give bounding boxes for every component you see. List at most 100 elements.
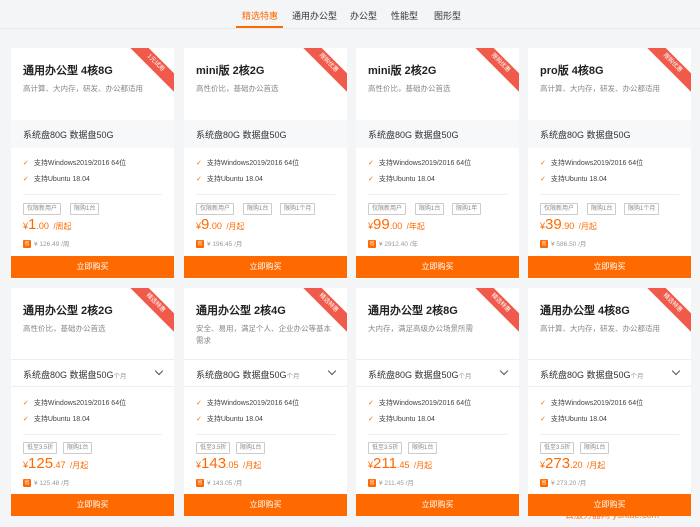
storage-dropdown[interactable]: 系统盘80G 数据盘50G个月 <box>184 359 347 387</box>
check-icon: ✓ <box>540 400 546 407</box>
feature-text: 支持Windows2019/2016 64位 <box>33 160 127 167</box>
tag: 仅限新用户 <box>23 203 62 215</box>
original-price-text: ¥ 126.49 /周 <box>34 241 70 248</box>
tabs-divider <box>0 28 700 29</box>
divider <box>368 434 507 435</box>
price-unit: /月起 <box>587 461 606 470</box>
buy-now-button[interactable]: 立即购买 <box>356 494 519 516</box>
divider <box>23 434 162 435</box>
price-decimal: .00 <box>389 221 403 231</box>
storage-text: 系统盘80G 数据盘50G <box>540 130 631 140</box>
storage-select[interactable]: 系统盘80G 数据盘50G个月 <box>528 359 691 387</box>
check-icon: ✓ <box>196 416 202 423</box>
card-description: 高性价比，基础办公首选 <box>23 324 106 333</box>
tab-performance[interactable]: 性能型 <box>391 9 418 22</box>
card-description: 高计算、大内存，研发、办公都适用 <box>540 84 660 93</box>
price-integer: 99 <box>373 216 390 233</box>
chevron-down-icon[interactable] <box>327 366 337 376</box>
storage-select[interactable]: 系统盘80G 数据盘50G个月 <box>184 359 347 387</box>
buy-now-button[interactable]: 立即购买 <box>184 256 347 278</box>
chevron-down-icon[interactable] <box>671 366 681 376</box>
check-icon: ✓ <box>368 400 374 407</box>
feature-ubuntu: ✓ 支持Ubuntu 18.04 <box>196 414 263 424</box>
check-icon: ✓ <box>540 416 546 423</box>
feature-text: 支持Windows2019/2016 64位 <box>378 160 472 167</box>
original-price: 省 ¥ 126.49 /周 <box>23 238 70 249</box>
feature-text: 支持Ubuntu 18.04 <box>378 176 435 183</box>
product-card: 限购优惠 pro版 4核8G 高计算、大内存，研发、办公都适用 系统盘80G 数… <box>528 48 691 279</box>
feature-ubuntu: ✓ 支持Ubuntu 18.04 <box>23 174 90 184</box>
discount-icon: 省 <box>196 479 204 488</box>
product-card: 限购优惠 mini版 2核2G 高性价比，基础办公首选 系统盘80G 数据盘50… <box>184 48 347 279</box>
price-integer: 211 <box>373 455 397 472</box>
buy-now-button[interactable]: 立即购买 <box>528 256 691 278</box>
feature-text: 支持Windows2019/2016 64位 <box>206 160 300 167</box>
buy-now-button[interactable]: 立即购买 <box>356 256 519 278</box>
original-price: 省 ¥ 143.05 /月 <box>196 477 242 488</box>
feature-windows: ✓ 支持Windows2019/2016 64位 <box>368 158 471 168</box>
tag: 限购1台 <box>415 203 445 215</box>
feature-windows: ✓ 支持Windows2019/2016 64位 <box>196 398 299 408</box>
price-integer: 143 <box>201 455 227 472</box>
price-decimal: .00 <box>36 221 49 231</box>
discount-icon: 省 <box>368 479 376 488</box>
storage-text: 系统盘80G 数据盘50G个月 <box>23 368 127 381</box>
original-price-text: ¥ 125.48 /月 <box>34 480 70 487</box>
original-price-text: ¥ 211.45 /月 <box>379 480 414 487</box>
price-unit: /月起 <box>413 461 433 470</box>
divider <box>540 434 679 435</box>
check-icon: ✓ <box>368 176 374 183</box>
chevron-down-icon[interactable] <box>154 366 164 376</box>
tag: 限购1台 <box>236 442 266 454</box>
card-title: 通用办公型 4核8G <box>540 305 630 317</box>
card-description: 高性价比，基础办公首选 <box>368 84 451 93</box>
tab-featured[interactable]: 精选特惠 <box>242 9 278 22</box>
storage-dropdown[interactable]: 系统盘80G 数据盘50G个月 <box>11 359 174 387</box>
feature-text: 支持Windows2019/2016 64位 <box>550 400 644 407</box>
tag: 限购1台 <box>587 203 617 215</box>
card-title: 通用办公型 2核2G <box>23 305 113 317</box>
price-integer: 273 <box>545 455 571 472</box>
check-icon: ✓ <box>23 416 29 423</box>
storage-suffix: 个月 <box>458 373 472 380</box>
card-title: mini版 2核2G <box>368 65 437 77</box>
check-icon: ✓ <box>540 160 546 167</box>
storage-value: 系统盘80G 数据盘50G <box>196 370 287 380</box>
divider <box>196 434 335 435</box>
feature-windows: ✓ 支持Windows2019/2016 64位 <box>196 158 299 168</box>
tab-graphics[interactable]: 图形型 <box>434 9 461 22</box>
price-decimal: .05 <box>226 460 239 470</box>
tab-office[interactable]: 办公型 <box>350 9 377 22</box>
storage-dropdown[interactable]: 系统盘80G 数据盘50G个月 <box>356 359 519 387</box>
feature-text: 支持Windows2019/2016 64位 <box>550 160 644 167</box>
tag: 仅限新用户 <box>196 203 235 215</box>
tag: 低至3.5折 <box>23 442 58 454</box>
storage-suffix: 个月 <box>286 373 300 380</box>
check-icon: ✓ <box>196 176 202 183</box>
feature-windows: ✓ 支持Windows2019/2016 64位 <box>23 158 126 168</box>
watermark-text: 云服务器网 yuntue.com <box>565 510 660 520</box>
storage-text: 系统盘80G 数据盘50G个月 <box>368 368 472 381</box>
storage-select[interactable]: 系统盘80G 数据盘50G个月 <box>11 359 174 387</box>
card-title: 通用办公型 2核8G <box>368 305 458 317</box>
feature-text: 支持Windows2019/2016 64位 <box>378 400 472 407</box>
card-title: 通用办公型 4核8G <box>23 65 113 77</box>
feature-text: 支持Ubuntu 18.04 <box>206 176 263 183</box>
feature-text: 支持Windows2019/2016 64位 <box>206 400 300 407</box>
chevron-down-icon[interactable] <box>499 366 509 376</box>
storage-select[interactable]: 系统盘80G 数据盘50G个月 <box>356 359 519 387</box>
buy-now-button[interactable]: 立即购买 <box>11 494 174 516</box>
product-tabs: 精选特惠 通用办公型 办公型 性能型 图形型 <box>0 0 700 30</box>
price: ¥125.47 /月起 <box>23 455 88 473</box>
original-price-text: ¥ 2912.40 /年 <box>379 241 419 248</box>
storage-dropdown[interactable]: 系统盘80G 数据盘50G个月 <box>528 359 691 387</box>
product-card: 精选特惠 通用办公型 2核8G 大内存，满足高级办公场景所需 系统盘80G 数据… <box>356 288 519 516</box>
tab-general-office[interactable]: 通用办公型 <box>292 9 337 22</box>
card-title: pro版 4核8G <box>540 65 604 77</box>
storage-value: 系统盘80G 数据盘50G <box>540 370 631 380</box>
buy-now-button[interactable]: 立即购买 <box>11 256 174 278</box>
check-icon: ✓ <box>196 400 202 407</box>
buy-now-button[interactable]: 立即购买 <box>184 494 347 516</box>
storage-text: 系统盘80G 数据盘50G个月 <box>540 368 644 381</box>
tag: 仅限新用户 <box>540 203 579 215</box>
